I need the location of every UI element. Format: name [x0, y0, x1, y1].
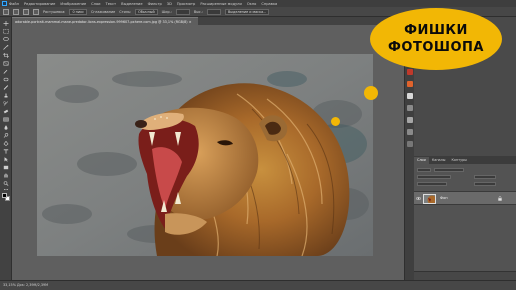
rectangular-marquee-icon[interactable] [3, 29, 9, 34]
path-selection-icon[interactable] [3, 157, 9, 162]
properties-panel-icon[interactable] [407, 105, 413, 111]
blend-mode-select[interactable] [417, 174, 451, 179]
width-input[interactable] [175, 8, 190, 15]
home-icon[interactable] [3, 8, 9, 15]
lasso-icon[interactable] [3, 37, 9, 42]
layers-panel-tabs: Слои Каналы Контуры [414, 156, 516, 164]
height-label: Выс.: [193, 9, 203, 14]
badge-title-line-2: ФОТОШОПА [388, 40, 484, 55]
antialias-checkbox[interactable]: Сглаживание [91, 10, 115, 14]
document-tab[interactable]: adorable-portrait-mammal-mane-predator-l… [12, 17, 198, 25]
rectangle-shape-icon[interactable] [3, 165, 9, 170]
character-panel-icon[interactable] [407, 141, 413, 147]
tab-layers[interactable]: Слои [414, 157, 429, 164]
eye-icon[interactable] [415, 196, 422, 201]
feather-input[interactable]: 0 пикс [69, 8, 88, 15]
marquee-tool-preset-icon[interactable] [13, 8, 19, 15]
menu-filter[interactable]: Фильтр [148, 2, 162, 6]
healing-brush-icon[interactable] [3, 77, 9, 82]
eyedropper-icon[interactable] [3, 69, 9, 74]
more-tools-icon[interactable] [3, 187, 9, 192]
menu-image[interactable]: Изображение [60, 2, 86, 6]
new-selection-icon[interactable] [23, 8, 29, 15]
color-panel-icon[interactable] [407, 69, 413, 75]
height-input[interactable] [206, 8, 221, 15]
move-tool-icon[interactable] [3, 21, 9, 26]
magic-wand-icon[interactable] [3, 45, 9, 50]
paragraph-panel-icon[interactable] [407, 129, 413, 135]
menu-file[interactable]: Файл [9, 2, 19, 6]
menu-window[interactable]: Окно [247, 2, 257, 6]
style-label: Стиль: [119, 9, 132, 14]
feather-label: Растушевка: [43, 9, 66, 14]
opacity-input[interactable] [474, 174, 496, 179]
clone-stamp-icon[interactable] [3, 93, 9, 98]
menu-type[interactable]: Текст [106, 2, 117, 6]
tools-panel [0, 17, 12, 280]
title-badge: ФИШКИ ФОТОШОПА [370, 8, 502, 70]
lock-icons[interactable] [417, 181, 447, 186]
adjustments-panel-icon[interactable] [407, 93, 413, 99]
eraser-icon[interactable] [3, 109, 9, 114]
foreground-color-swatch[interactable] [2, 193, 7, 198]
frame-icon[interactable] [3, 61, 9, 66]
menu-bar: Файл Редактирование Изображение Слои Тек… [0, 0, 516, 7]
layer-filter-icons[interactable] [434, 167, 464, 172]
menu-edit[interactable]: Редактирование [24, 2, 55, 6]
cursor-highlight-marker [364, 86, 378, 100]
gradient-icon[interactable] [3, 117, 9, 122]
menu-view[interactable]: Просмотр [177, 2, 195, 6]
menu-layers[interactable]: Слои [91, 2, 100, 6]
type-icon[interactable] [3, 149, 9, 154]
select-and-mask-button[interactable]: Выделение и маска... [224, 8, 270, 15]
layer-controls [414, 165, 516, 191]
hand-icon[interactable] [3, 173, 9, 178]
brush-settings-icon[interactable] [407, 117, 413, 123]
add-selection-icon[interactable] [33, 8, 39, 15]
dodge-icon[interactable] [3, 133, 9, 138]
status-bar: 33,15% Док: 2,39М/2,39М [0, 280, 516, 290]
tab-channels[interactable]: Каналы [429, 157, 449, 164]
layers-panel-footer [414, 271, 516, 280]
history-brush-icon[interactable] [3, 101, 9, 106]
lion-photo[interactable] [37, 54, 373, 256]
layer-row[interactable]: Фон [414, 191, 516, 205]
document-canvas-area[interactable] [12, 25, 404, 290]
swatches-panel-icon[interactable] [407, 81, 413, 87]
tab-paths[interactable]: Контуры [448, 157, 470, 164]
layer-kind-filter[interactable] [417, 167, 431, 172]
pen-icon[interactable] [3, 141, 9, 146]
width-label: Шир.: [161, 9, 172, 14]
style-select[interactable]: Обычный [135, 8, 158, 15]
brush-icon[interactable] [3, 85, 9, 90]
fill-input[interactable] [474, 181, 496, 186]
layer-thumbnail [423, 194, 436, 204]
menu-plugins[interactable]: Расширенные модули [200, 2, 242, 6]
menu-help[interactable]: Справка [261, 2, 277, 6]
menu-3d[interactable]: 3D [167, 2, 172, 6]
layer-filter-row [417, 167, 464, 172]
cursor-highlight-marker-small [331, 117, 340, 126]
zoom-icon[interactable] [3, 181, 9, 186]
lock-row [417, 181, 496, 186]
blend-mode-row [417, 174, 496, 179]
lock-icon [498, 196, 502, 201]
blur-icon[interactable] [3, 125, 9, 130]
crop-icon[interactable] [3, 53, 9, 58]
menu-select[interactable]: Выделение [121, 2, 142, 6]
photoshop-logo-icon [2, 1, 7, 6]
badge-title-line-1: ФИШКИ [404, 23, 468, 38]
layer-name[interactable]: Фон [440, 196, 448, 200]
